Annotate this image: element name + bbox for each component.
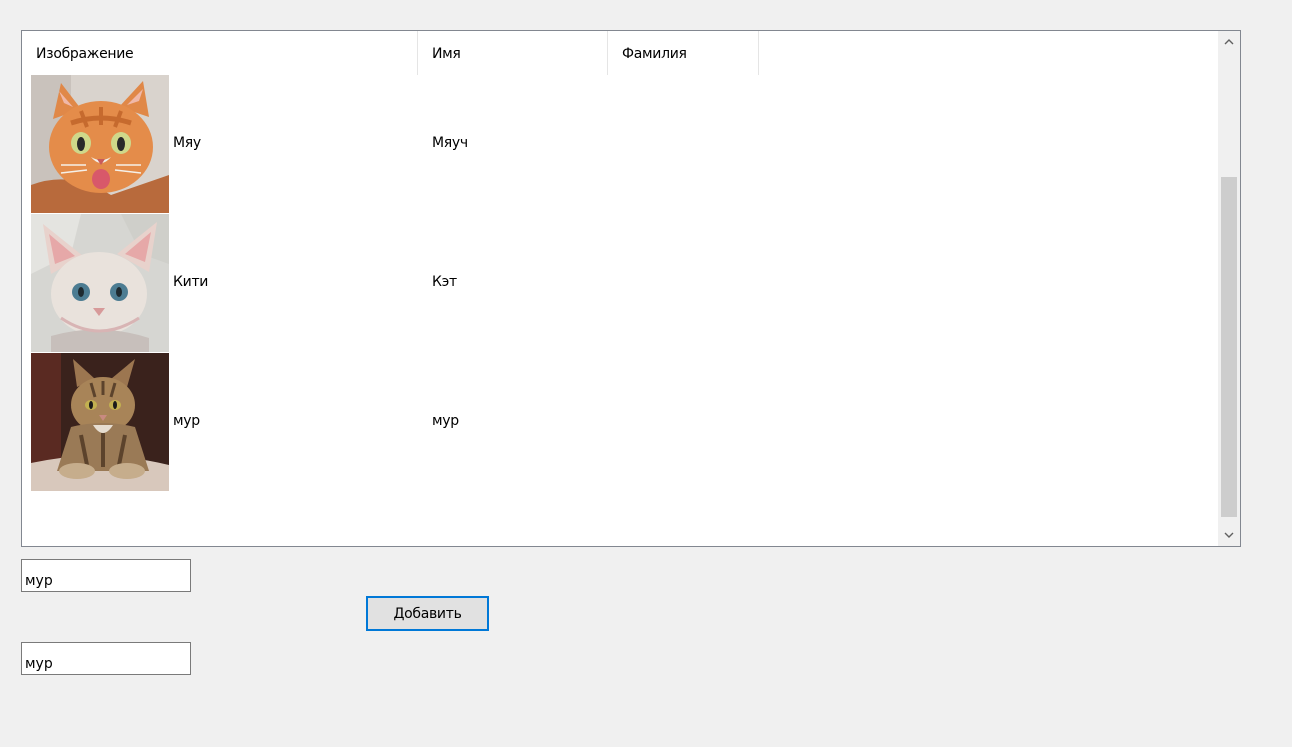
- column-header-last-name[interactable]: Фамилия: [608, 31, 759, 75]
- cell-first-name: мур: [432, 413, 459, 429]
- list-item[interactable]: Мяу Мяуч: [22, 75, 1218, 214]
- sphynx-cat-photo: [31, 214, 169, 352]
- column-header-first-name[interactable]: Имя: [418, 31, 608, 75]
- scrollbar-thumb[interactable]: [1221, 177, 1237, 517]
- chevron-up-icon[interactable]: [1218, 31, 1240, 53]
- chevron-down-icon[interactable]: [1218, 524, 1240, 546]
- listview-header: Изображение Имя Фамилия: [22, 31, 1218, 75]
- vertical-scrollbar[interactable]: [1218, 31, 1240, 546]
- cats-listview[interactable]: Изображение Имя Фамилия Мяу Мяуч Кити Кэ…: [21, 30, 1241, 547]
- list-item[interactable]: Кити Кэт: [22, 214, 1218, 353]
- second-name-input[interactable]: [21, 642, 191, 675]
- column-header-image[interactable]: Изображение: [22, 31, 418, 75]
- cell-first-name: Мяуч: [432, 135, 468, 151]
- orange-cat-photo: [31, 75, 169, 213]
- cell-image-label: Кити: [173, 274, 209, 290]
- tabby-cat-photo: [31, 353, 169, 491]
- list-item[interactable]: мур мур: [22, 353, 1218, 492]
- add-button[interactable]: Добавить: [366, 596, 489, 631]
- first-name-input[interactable]: [21, 559, 191, 592]
- cell-first-name: Кэт: [432, 274, 457, 290]
- cell-image-label: Мяу: [173, 135, 201, 151]
- cell-image-label: мур: [173, 413, 200, 429]
